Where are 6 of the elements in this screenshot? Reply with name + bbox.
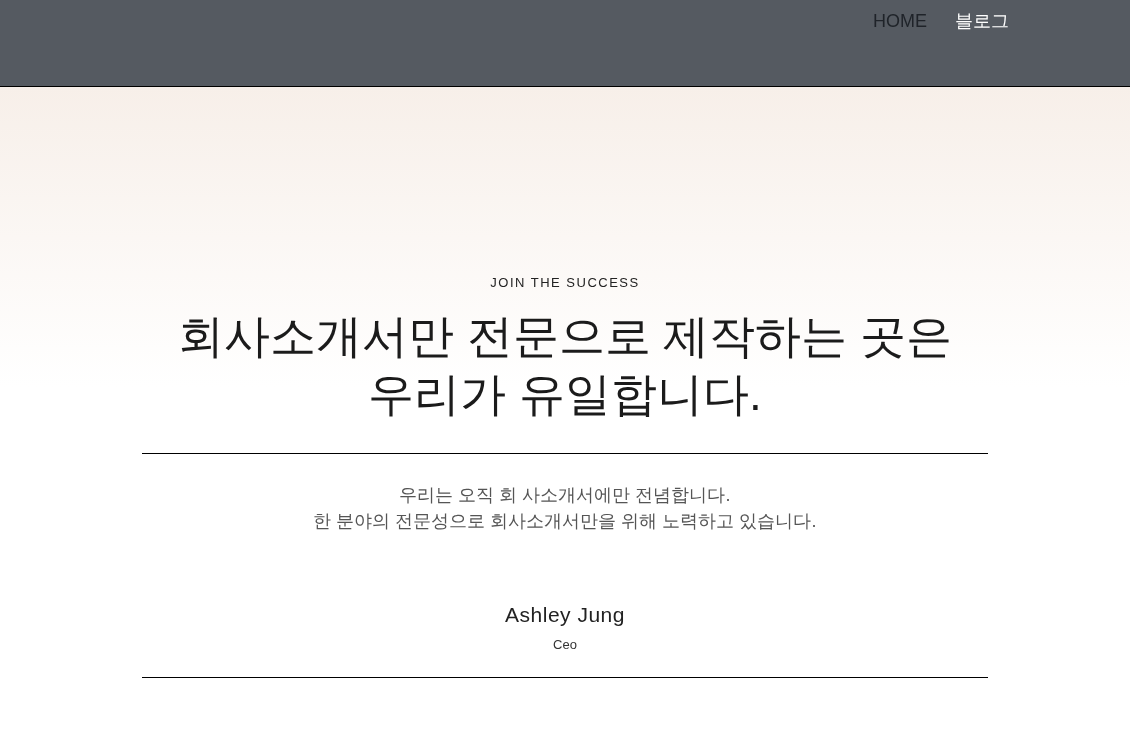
headline: 회사소개서만 전문으로 제작하는 곳은 우리가 유일합니다. xyxy=(177,309,953,422)
person-name: Ashley Jung xyxy=(505,602,625,628)
description-text: 우리는 오직 회 사소개서에만 전념합니다. 한 분야의 전문성으로 회사소개서만을 위해 노력하고 있습니다. xyxy=(313,484,817,533)
nav-link[interactable]: 블로그 xyxy=(955,9,1009,33)
person-role: Ceo xyxy=(553,637,577,653)
eyebrow-text: JOIN THE SUCCESS xyxy=(490,275,640,291)
